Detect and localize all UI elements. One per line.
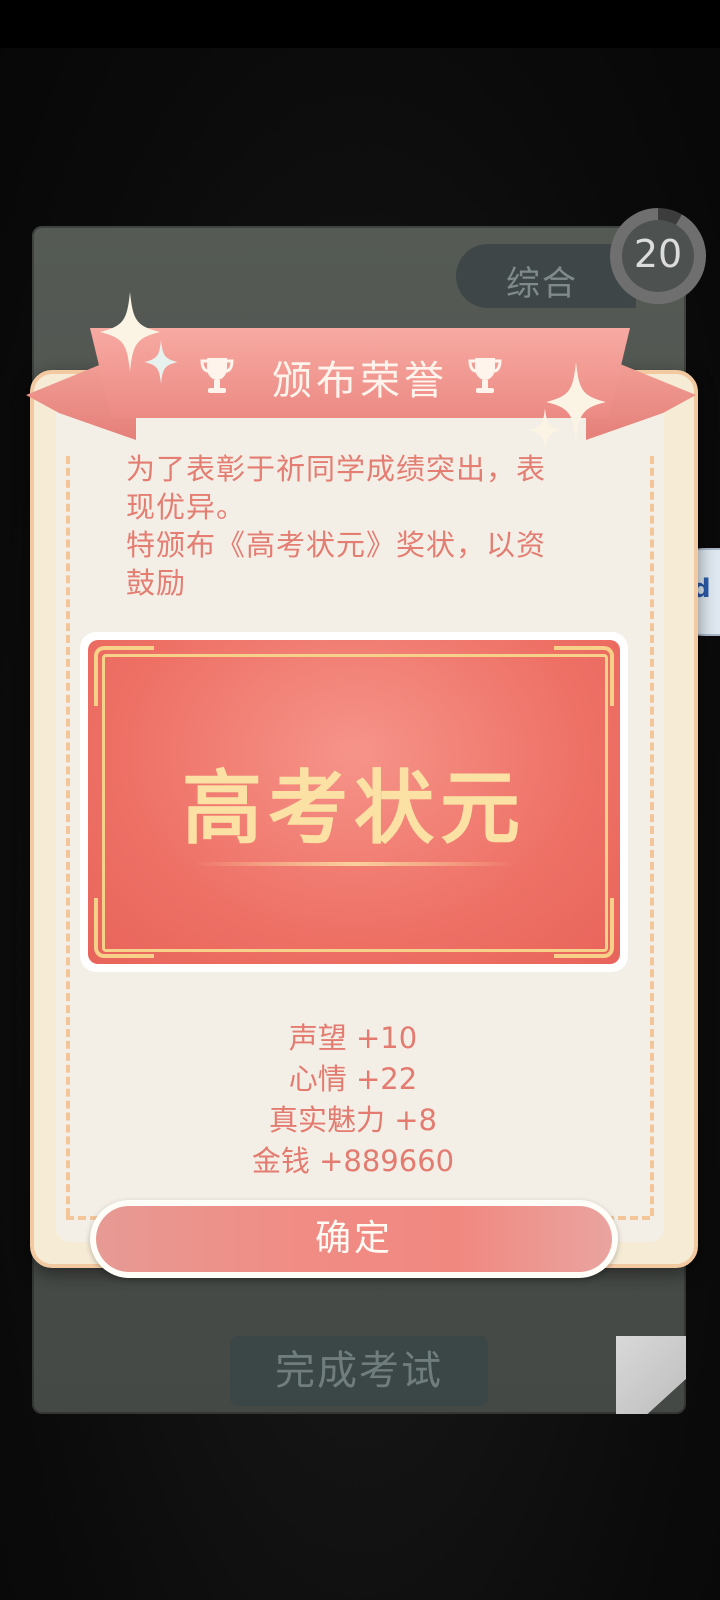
- sparkle-icon: [144, 340, 178, 384]
- message-line: 现优异。: [126, 490, 247, 524]
- certificate-title: 高考状元: [182, 762, 526, 855]
- status-bar: [0, 0, 720, 48]
- message-line: 为了表彰于祈同学成绩突出，表: [126, 452, 547, 486]
- certificate: 高考状元: [80, 632, 628, 972]
- confirm-button-label[interactable]: 确定: [96, 1206, 612, 1272]
- message-line: 特颁布《高考状元》奖状，以资: [126, 528, 547, 562]
- reward-list: 声望 +10 心情 +22 真实魅力 +8 金钱 +889660: [140, 1018, 566, 1182]
- confirm-button[interactable]: 确定: [90, 1200, 618, 1278]
- sparkle-icon: [528, 408, 562, 452]
- certificate-underline: [192, 862, 516, 866]
- reward-reputation: 声望 +10: [288, 1021, 418, 1055]
- dashed-border-right: [650, 456, 654, 1216]
- timer-value: 20: [633, 232, 683, 276]
- reward-charm: 真实魅力 +8: [269, 1103, 437, 1137]
- subject-label: 综合: [506, 264, 578, 304]
- dashed-border-left: [66, 456, 70, 1216]
- reward-mood: 心情 +22: [288, 1062, 418, 1096]
- certificate-panel: 高考状元: [88, 640, 620, 964]
- finish-exam-button[interactable]: 完成考试: [230, 1336, 488, 1406]
- reward-money: 金钱 +889660: [251, 1144, 455, 1178]
- honor-message: 为了表彰于祈同学成绩突出，表 现优异。 特颁布《高考状元》奖状，以资 鼓励: [126, 450, 586, 602]
- message-line: 鼓励: [126, 566, 187, 600]
